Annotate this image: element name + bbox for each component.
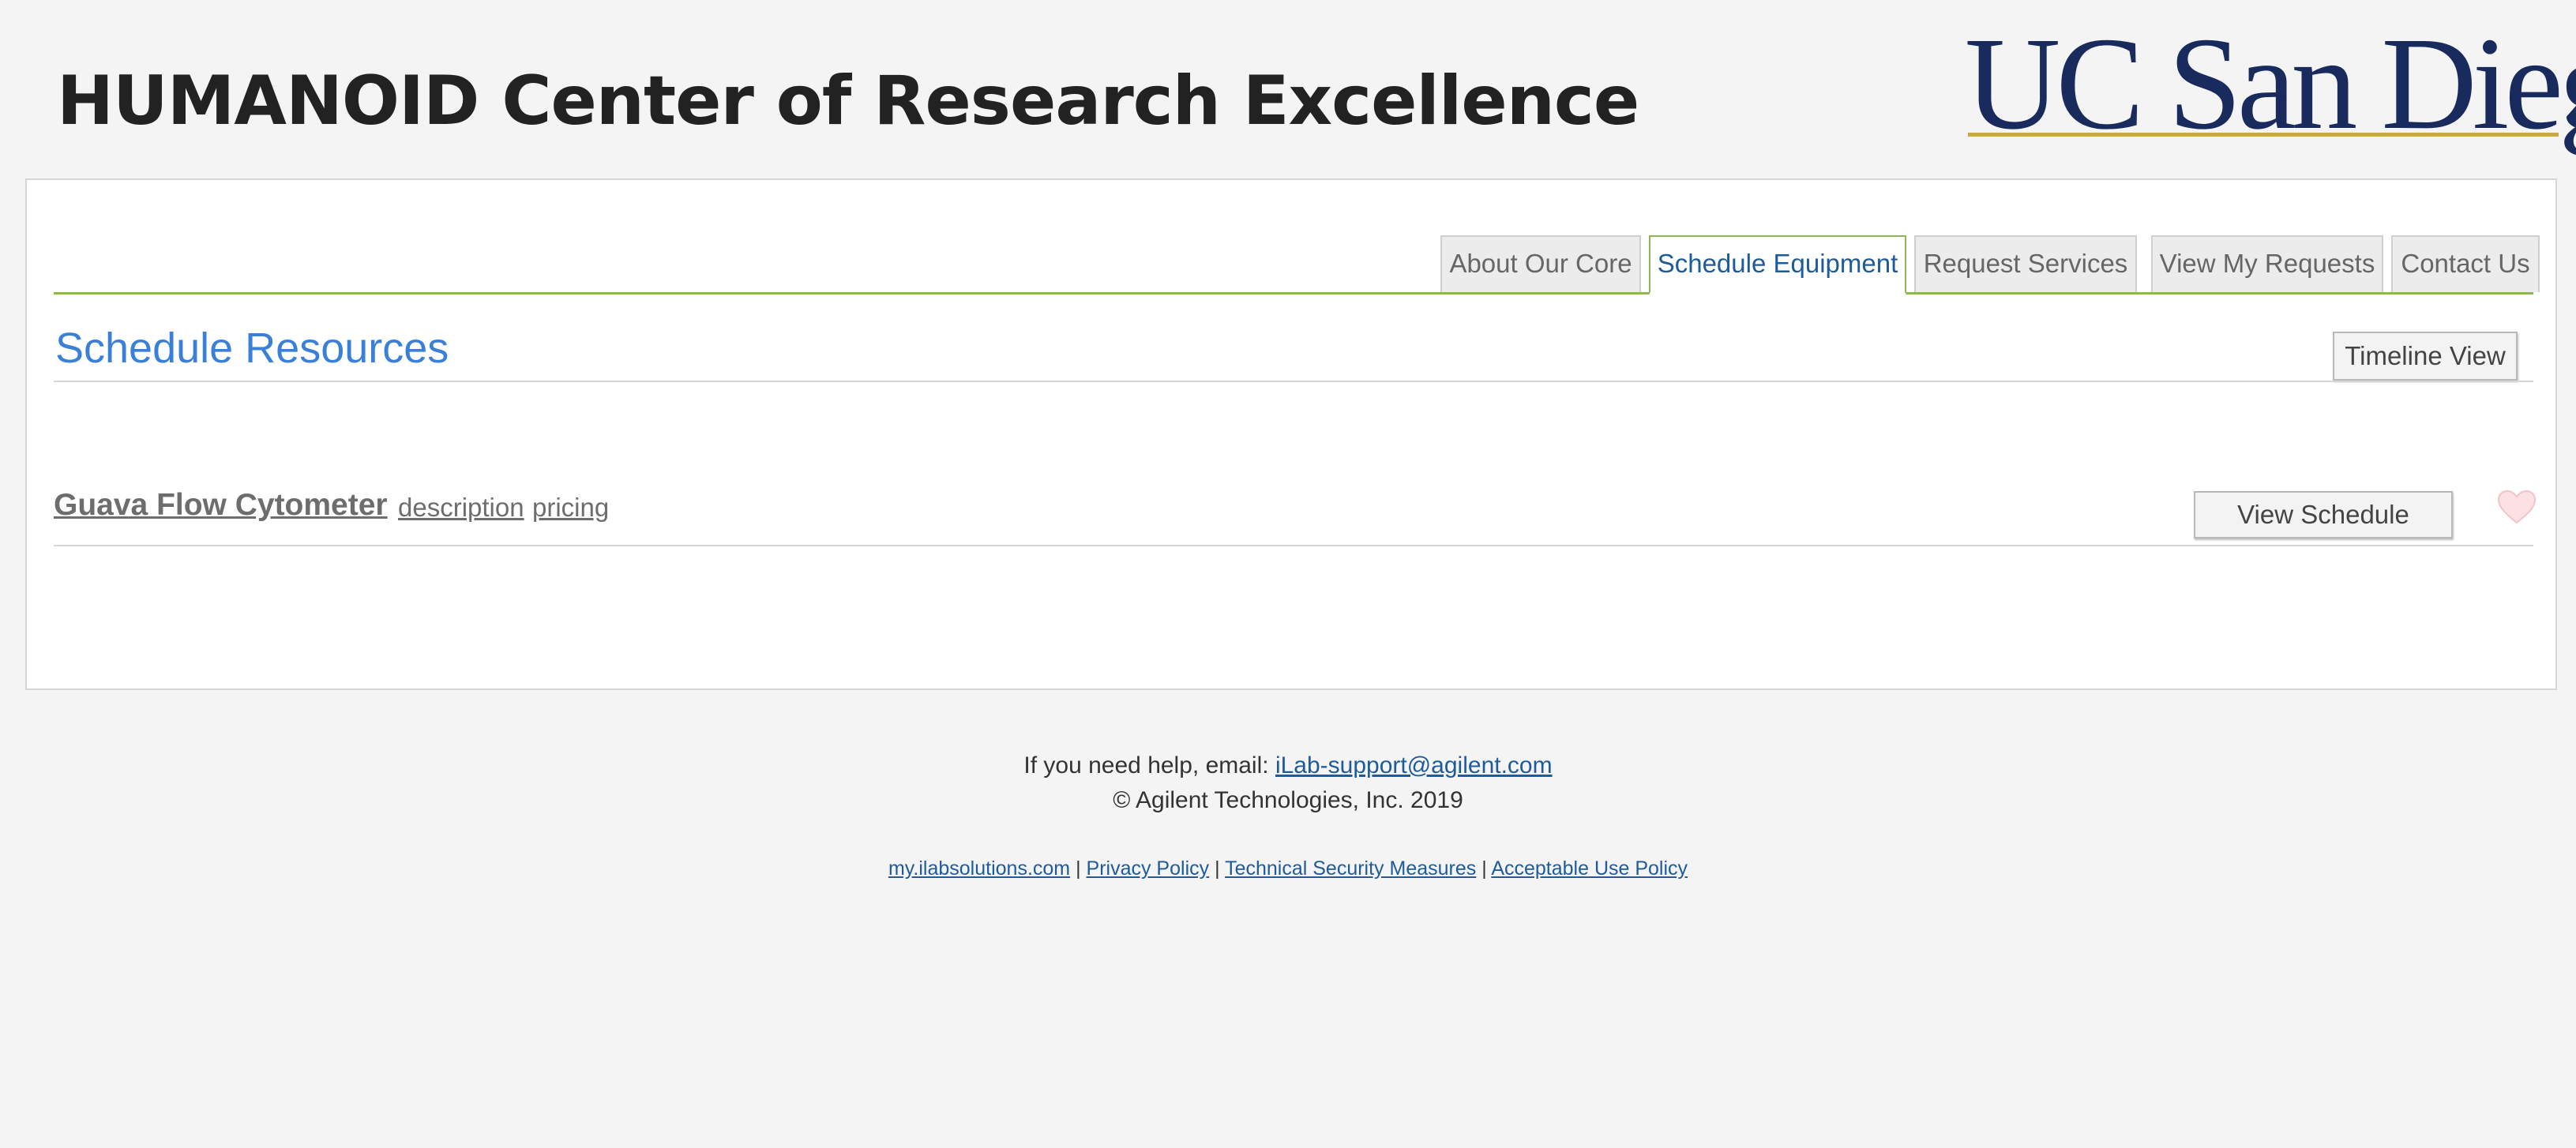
link-separator: |: [1481, 857, 1487, 880]
site-title: HUMANOID Center of Research Excellence: [57, 62, 1639, 141]
main-panel: About Our Core Schedule Equipment Reques…: [25, 178, 2557, 690]
acceptable-use-link[interactable]: Acceptable Use Policy: [1491, 857, 1688, 880]
link-separator: |: [1076, 857, 1081, 880]
section-divider: [54, 381, 2533, 382]
resource-description-link[interactable]: description: [398, 493, 524, 523]
site-header: HUMANOID Center of Research Excellence U…: [0, 0, 2576, 178]
resource-name-link[interactable]: Guava Flow Cytometer: [54, 488, 388, 523]
ilabsolutions-link[interactable]: my.ilabsolutions.com: [888, 857, 1070, 880]
heart-icon[interactable]: [2497, 490, 2537, 524]
help-text: If you need help, email:: [1023, 752, 1269, 778]
logo-wordmark: UC San Diego: [1965, 10, 2576, 157]
footer-links: my.ilabsolutions.com | Privacy Policy | …: [0, 857, 2576, 880]
footer: If you need help, email: iLab-support@ag…: [0, 748, 2576, 818]
logo-underline: [1968, 133, 2559, 137]
privacy-policy-link[interactable]: Privacy Policy: [1087, 857, 1210, 880]
technical-security-link[interactable]: Technical Security Measures: [1225, 857, 1476, 880]
tab-view-my-requests[interactable]: View My Requests: [2151, 235, 2383, 292]
tab-contact-us[interactable]: Contact Us: [2391, 235, 2540, 292]
help-line: If you need help, email: iLab-support@ag…: [0, 748, 2576, 783]
timeline-view-button[interactable]: Timeline View: [2333, 332, 2518, 381]
nav-tabs: About Our Core Schedule Equipment Reques…: [54, 235, 2540, 295]
section-title: Schedule Resources: [55, 325, 449, 372]
tab-request-services[interactable]: Request Services: [1914, 235, 2137, 292]
resource-row-divider: [54, 545, 2533, 546]
resource-pricing-link[interactable]: pricing: [532, 493, 609, 523]
tab-about-our-core[interactable]: About Our Core: [1440, 235, 1641, 292]
tab-schedule-equipment[interactable]: Schedule Equipment: [1649, 235, 1906, 295]
view-schedule-button[interactable]: View Schedule: [2194, 491, 2453, 538]
uc-san-diego-logo[interactable]: UC San Diego: [1965, 17, 2576, 150]
support-email-link[interactable]: iLab-support@agilent.com: [1275, 752, 1553, 778]
link-separator: |: [1215, 857, 1220, 880]
copyright-text: © Agilent Technologies, Inc. 2019: [1113, 787, 1463, 813]
